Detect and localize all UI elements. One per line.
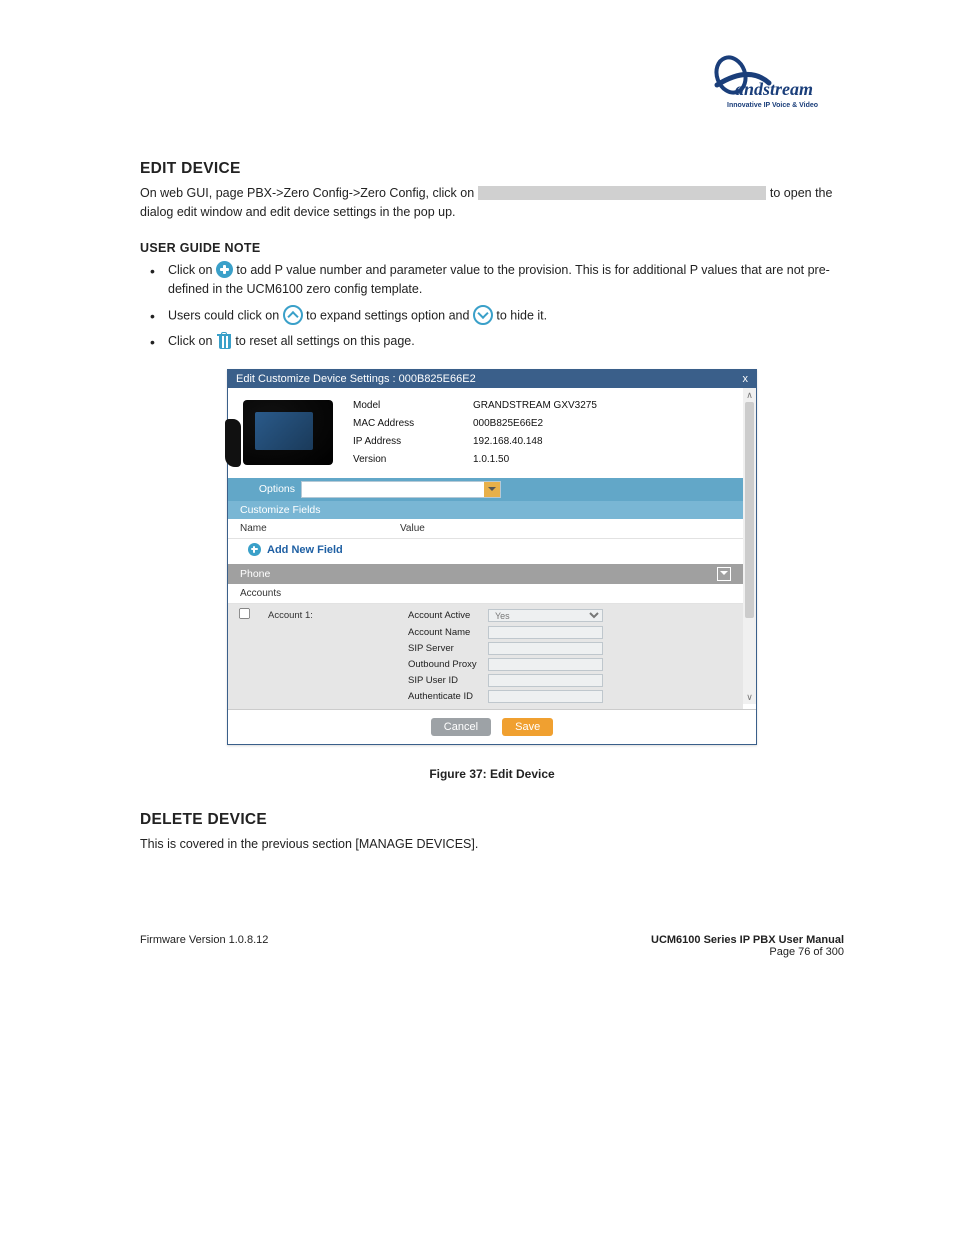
text: 000B825E66E2 <box>399 373 476 385</box>
outbound-proxy-input[interactable] <box>488 658 603 671</box>
text: to reset all settings on this page. <box>235 334 414 348</box>
ip-value: 192.168.40.148 <box>473 436 543 447</box>
fields-header-row: Name Value <box>228 519 743 539</box>
text: Edit Customize Device Settings : <box>236 373 399 385</box>
account-active-label: Account Active <box>408 610 488 621</box>
sip-userid-input[interactable] <box>488 674 603 687</box>
text: Users could click on <box>168 308 283 322</box>
mac-label: MAC Address <box>353 418 473 429</box>
text: to hide it. <box>496 308 547 322</box>
save-button[interactable]: Save <box>502 718 553 736</box>
redacted-button-placeholder <box>478 186 767 200</box>
version-value: 1.0.1.50 <box>473 454 509 465</box>
options-dropdown[interactable] <box>301 481 501 498</box>
trash-icon <box>216 331 232 349</box>
svg-text:andstream: andstream <box>735 79 813 99</box>
scroll-thumb[interactable] <box>745 402 754 618</box>
account-1-block: Account 1: Account Active Yes Account Na… <box>228 604 743 709</box>
sip-server-label: SIP Server <box>408 643 488 654</box>
chevron-down-icon[interactable] <box>717 567 731 581</box>
footer-page-number: Page 76 of 300 <box>651 946 844 958</box>
auth-id-input[interactable] <box>488 690 603 703</box>
edit-device-dialog: Edit Customize Device Settings : 000B825… <box>227 369 757 745</box>
accounts-header: Accounts <box>228 584 743 604</box>
phone-section-bar[interactable]: Phone <box>228 564 743 584</box>
plus-circle-icon <box>248 543 261 556</box>
ip-label: IP Address <box>353 436 473 447</box>
model-value: GRANDSTREAM GXV3275 <box>473 400 597 411</box>
account-1-checkbox[interactable] <box>239 608 250 619</box>
brand-logo: andstream Innovative IP Voice & Video <box>709 55 839 115</box>
account-name-label: Account Name <box>408 627 488 638</box>
chevron-down-circle-icon <box>473 305 493 325</box>
footer-left: Firmware Version 1.0.8.12 <box>140 934 268 958</box>
version-label: Version <box>353 454 473 465</box>
bullet-add-pvalue: Click on to add P value number and param… <box>140 261 844 300</box>
device-info-table: ModelGRANDSTREAM GXV3275 MAC Address000B… <box>353 400 728 472</box>
edit-device-paragraph: On web GUI, page PBX->Zero Config->Zero … <box>140 184 844 223</box>
auth-id-label: Authenticate ID <box>408 691 488 702</box>
dialog-footer: Cancel Save <box>228 709 756 744</box>
dropdown-toggle-icon[interactable] <box>484 482 500 497</box>
text: to add P value number and parameter valu… <box>168 263 830 296</box>
dialog-scrollbar[interactable]: ∧ ∨ <box>743 388 756 704</box>
bullet-expand-collapse: Users could click on to expand settings … <box>140 306 844 326</box>
dialog-titlebar: Edit Customize Device Settings : 000B825… <box>228 370 756 388</box>
cancel-button[interactable]: Cancel <box>431 718 491 736</box>
scroll-down-arrow[interactable]: ∨ <box>743 690 756 704</box>
text: On web GUI, page PBX->Zero Config->Zero … <box>140 186 478 200</box>
svg-text:Innovative IP Voice & Video: Innovative IP Voice & Video <box>727 102 818 109</box>
dialog-title: Edit Customize Device Settings : 000B825… <box>236 373 476 385</box>
text: to expand settings option and <box>306 308 473 322</box>
add-new-field-label: Add New Field <box>267 544 343 556</box>
section-delete-device-heading: DELETE DEVICE <box>140 811 844 829</box>
device-image <box>243 400 333 465</box>
mac-value: 000B825E66E2 <box>473 418 543 429</box>
bullet-reset: Click on to reset all settings on this p… <box>140 332 844 351</box>
add-new-field-button[interactable]: Add New Field <box>228 539 743 564</box>
account-active-select[interactable]: Yes <box>488 609 603 622</box>
account-name-input[interactable] <box>488 626 603 639</box>
options-bar: Options <box>228 478 743 501</box>
account-1-label: Account 1: <box>268 610 408 621</box>
dialog-close-button[interactable]: x <box>743 373 749 385</box>
sip-server-input[interactable] <box>488 642 603 655</box>
delete-device-paragraph: This is covered in the previous section … <box>140 835 844 854</box>
col-name: Name <box>240 523 400 534</box>
outbound-proxy-label: Outbound Proxy <box>408 659 488 670</box>
scroll-up-arrow[interactable]: ∧ <box>743 388 756 402</box>
col-value: Value <box>400 523 425 534</box>
phone-label: Phone <box>240 568 270 580</box>
sip-userid-label: SIP User ID <box>408 675 488 686</box>
section-edit-device-heading: EDIT DEVICE <box>140 160 844 178</box>
text: Click on <box>168 263 216 277</box>
guide-note-heading: USER GUIDE NOTE <box>140 241 844 255</box>
customize-fields-bar: Customize Fields <box>228 501 743 519</box>
model-label: Model <box>353 400 473 411</box>
footer-manual-title: UCM6100 Series IP PBX User Manual <box>651 934 844 946</box>
figure-caption: Figure 37: Edit Device <box>140 767 844 781</box>
page-footer: Firmware Version 1.0.8.12 UCM6100 Series… <box>140 934 844 958</box>
options-label: Options <box>240 483 295 495</box>
text: Click on <box>168 334 216 348</box>
plus-circle-icon <box>216 261 233 278</box>
chevron-up-circle-icon <box>283 305 303 325</box>
guide-note-list: Click on to add P value number and param… <box>140 261 844 351</box>
